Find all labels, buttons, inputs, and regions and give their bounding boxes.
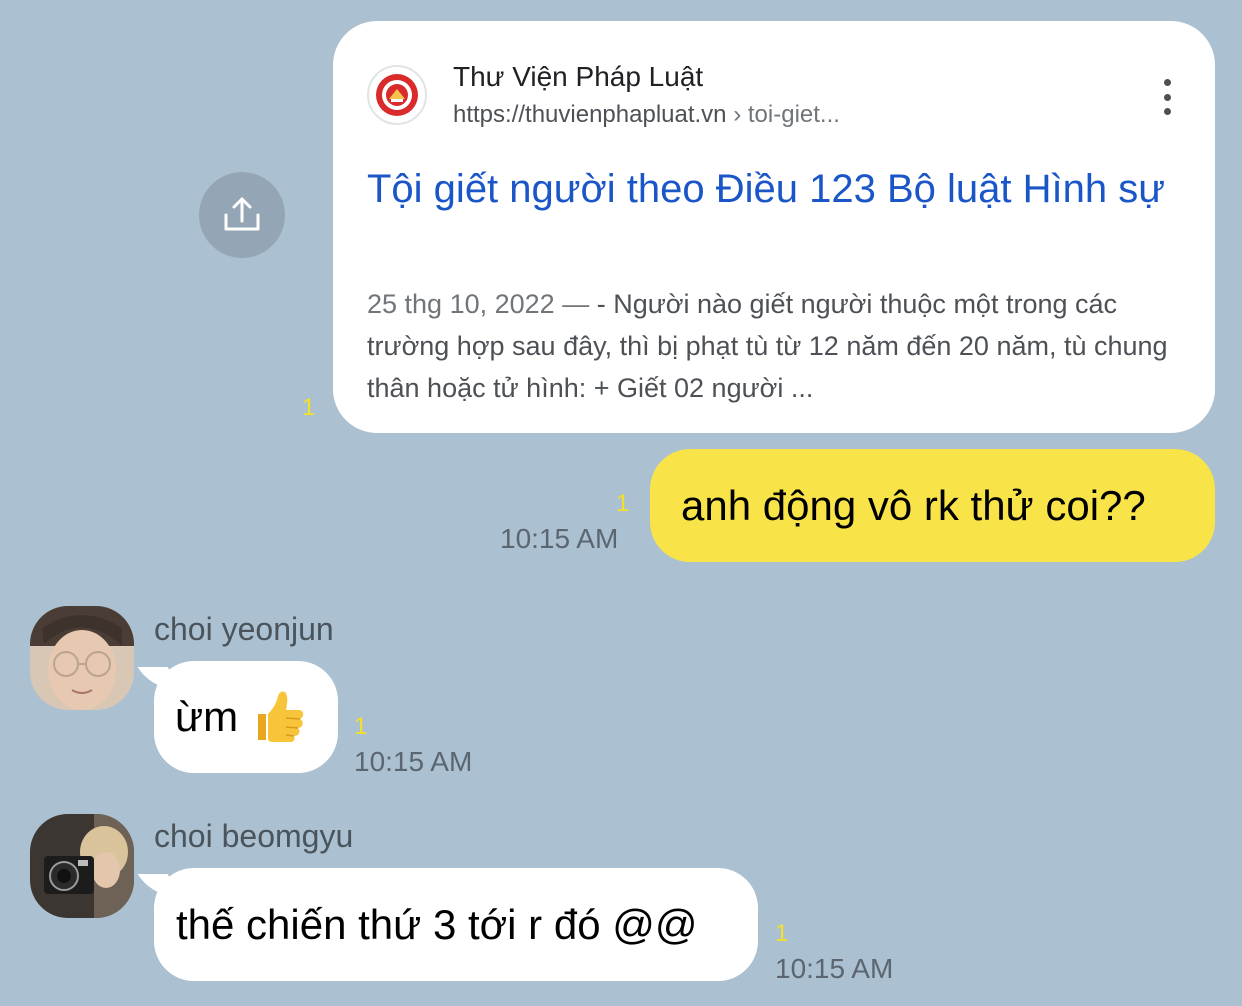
read-count: 1 — [775, 920, 789, 947]
share-upload-icon — [224, 197, 260, 231]
message-timestamp: 10:15 AM — [354, 746, 473, 777]
message-timestamp: 10:15 AM — [775, 953, 894, 984]
their-message-bubble[interactable]: ừm — [154, 661, 338, 773]
message-text: thế chiến thứ 3 tới r đó @@ — [176, 900, 698, 948]
site-url: https://thuvienphapluat.vn › toi-giet... — [453, 101, 840, 129]
thumbs-up-icon — [258, 691, 304, 742]
avatar[interactable] — [30, 606, 134, 710]
site-logo-icon — [367, 65, 427, 125]
message-text: anh động vô rk thử coi?? — [681, 481, 1146, 529]
article-title-link[interactable]: Tội giết người theo Điều 123 Bộ luật Hìn… — [367, 161, 1177, 217]
their-message-bubble[interactable]: thế chiến thứ 3 tới r đó @@ — [154, 868, 758, 981]
site-name: Thư Viện Pháp Luật — [453, 61, 704, 92]
site-url-domain: https://thuvienphapluat.vn — [453, 101, 727, 128]
sender-name: choi yeonjun — [154, 611, 334, 647]
message-timestamp: 10:15 AM — [500, 523, 619, 554]
snippet-dash: — — [562, 289, 590, 319]
site-url-path: toi-giet... — [747, 101, 840, 128]
read-count: 1 — [616, 490, 630, 517]
read-count: 1 — [302, 394, 316, 421]
my-message-bubble[interactable]: anh động vô rk thử coi?? — [650, 449, 1215, 562]
article-snippet: 25 thg 10, 2022 — - Người nào giết người… — [367, 283, 1177, 409]
avatar[interactable] — [30, 814, 134, 918]
sender-name: choi beomgyu — [154, 818, 354, 854]
message-text: ừm — [175, 693, 239, 740]
link-preview-card[interactable]: Thư Viện Pháp Luật https://thuvienphaplu… — [333, 21, 1215, 433]
url-separator: › — [733, 101, 742, 128]
more-vertical-icon[interactable] — [1155, 79, 1179, 115]
avatar-image — [30, 606, 134, 710]
read-count: 1 — [354, 713, 368, 740]
avatar-image — [30, 814, 134, 918]
share-button[interactable] — [199, 172, 285, 258]
article-date: 25 thg 10, 2022 — [367, 289, 555, 319]
